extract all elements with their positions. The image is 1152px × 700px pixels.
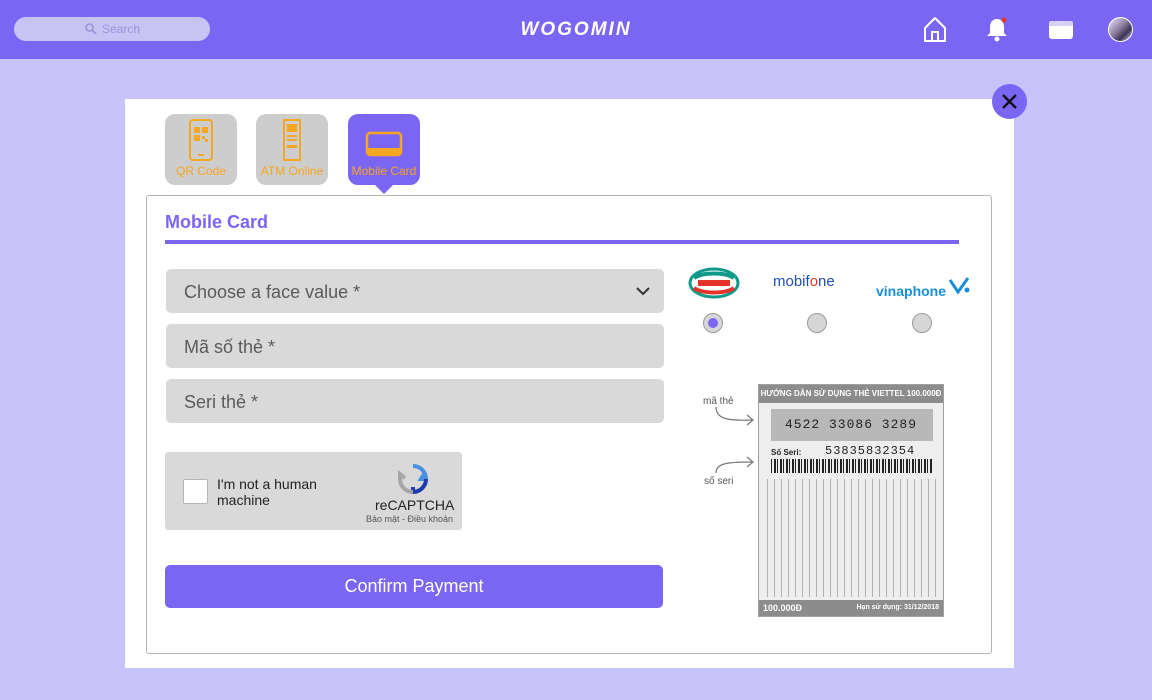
card-serial-sample: 53835832354 <box>825 444 916 458</box>
tab-label: QR Code <box>175 164 227 178</box>
card-expiry: Hạn sử dụng: 31/12/2018 <box>856 604 940 611</box>
card-barcode <box>771 459 933 473</box>
top-bar: Search WOGOMIN <box>0 0 1152 59</box>
search-icon <box>85 23 97 35</box>
arrow-icon <box>715 456 754 474</box>
confirm-payment-button[interactable]: Confirm Payment <box>165 565 663 608</box>
wallet-icon[interactable] <box>1046 14 1076 44</box>
qr-phone-icon <box>189 119 213 161</box>
carrier-radio-mobifone[interactable] <box>807 313 827 333</box>
face-value-select[interactable]: Choose a face value * <box>166 269 664 313</box>
card-header: HƯỚNG DẪN SỬ DỤNG THẺ VIETTEL 100.000Đ <box>759 385 943 403</box>
viettel-logo[interactable] <box>688 266 740 300</box>
mobifone-logo[interactable]: mobifone <box>773 273 853 307</box>
captcha-terms-link[interactable]: Bảo mật - Điều khoản <box>366 514 453 524</box>
card-serial-label: Số Seri: <box>771 448 802 457</box>
tab-mobile-card[interactable]: Mobile Card <box>348 114 420 194</box>
tab-label: Mobile Card <box>351 164 417 178</box>
tab-atm-online[interactable]: ATM Online <box>256 114 328 185</box>
panel-title: Mobile Card <box>165 212 269 232</box>
card-serial-placeholder: Seri thẻ * <box>184 392 259 412</box>
card-example-image: HƯỚNG DẪN SỬ DỤNG THẺ VIETTEL 100.000Đ 4… <box>758 384 944 617</box>
card-code-sample: 4522 33086 3289 <box>784 417 918 432</box>
card-fine-print <box>767 479 937 597</box>
carrier-radio-viettel[interactable] <box>703 313 723 333</box>
vinaphone-swoosh-icon <box>948 277 970 295</box>
arrow-icon <box>715 406 754 426</box>
card-code-placeholder: Mã số thẻ * <box>184 337 276 357</box>
carrier-radio-vinaphone[interactable] <box>912 313 932 333</box>
avatar[interactable] <box>1108 17 1133 42</box>
tab-qr-code[interactable]: QR Code <box>165 114 237 185</box>
recaptcha-widget: I'm not a human machine reCAPTCHA Bảo mậ… <box>165 452 462 530</box>
recaptcha-logo-icon <box>398 464 429 495</box>
card-serial-input[interactable]: Seri thẻ * <box>166 379 664 423</box>
search-input[interactable]: Search <box>14 17 210 41</box>
home-icon[interactable] <box>920 14 950 44</box>
bell-icon[interactable] <box>982 14 1012 44</box>
brand-logo[interactable]: WOGOMIN <box>508 19 644 41</box>
laptop-card-icon <box>365 131 403 157</box>
card-footer: 100.000Đ Hạn sử dụng: 31/12/2018 <box>759 600 943 616</box>
captcha-checkbox[interactable] <box>183 479 208 504</box>
close-icon <box>1002 94 1017 109</box>
card-code-input[interactable]: Mã số thẻ * <box>166 324 664 368</box>
hint-card-serial: số seri <box>704 476 734 487</box>
atm-icon <box>283 119 301 161</box>
active-tab-pointer <box>374 184 394 194</box>
captcha-label: I'm not a human machine <box>217 476 317 508</box>
close-button[interactable] <box>992 84 1027 119</box>
title-divider <box>165 240 959 244</box>
vinaphone-logo[interactable]: vinaphone <box>876 276 972 310</box>
captcha-brand: reCAPTCHA <box>375 497 455 513</box>
chevron-down-icon <box>636 287 650 296</box>
tab-label: ATM Online <box>260 164 324 178</box>
face-value-placeholder: Choose a face value * <box>184 282 361 302</box>
card-value: 100.000Đ <box>763 603 803 613</box>
search-placeholder: Search <box>102 22 141 36</box>
